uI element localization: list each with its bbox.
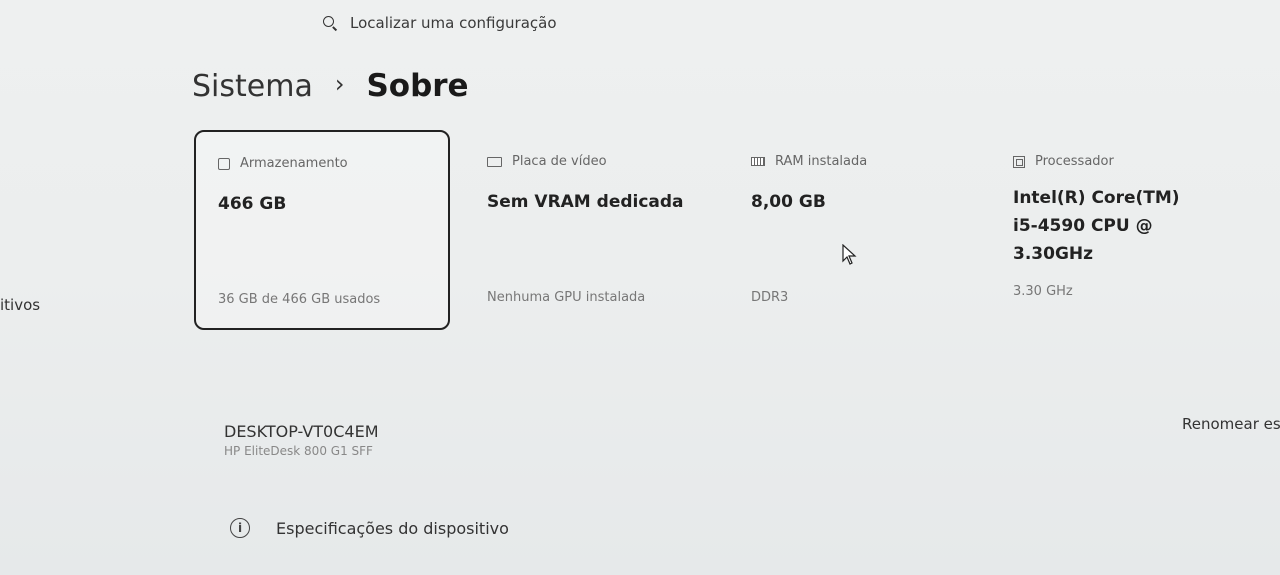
ram-card[interactable]: RAM instalada 8,00 GB DDR3 — [729, 130, 985, 330]
page-title: Sobre — [366, 68, 469, 104]
search-input[interactable]: Localizar uma configuração — [350, 14, 557, 32]
device-model: HP EliteDesk 800 G1 SFF — [224, 444, 373, 458]
storage-value: 466 GB — [218, 194, 287, 214]
ram-card-header: RAM instalada — [751, 154, 867, 169]
cpu-title: Processador — [1035, 154, 1114, 169]
chevron-right-icon: › — [334, 70, 345, 98]
storage-icon — [218, 157, 230, 170]
cpu-card[interactable]: Processador Intel(R) Core(TM) i5-4590 CP… — [991, 130, 1247, 330]
info-icon: i — [230, 518, 250, 538]
mouse-cursor-icon — [842, 244, 857, 265]
ram-icon — [751, 157, 765, 166]
specs-label: Especificações do dispositivo — [276, 518, 509, 538]
gpu-card-header: Placa de vídeo — [487, 154, 607, 169]
sidebar-item-fragment[interactable]: itivos — [0, 296, 40, 314]
cpu-icon — [1013, 155, 1025, 168]
gpu-card[interactable]: Placa de vídeo Sem VRAM dedicada Nenhuma… — [465, 130, 721, 330]
gpu-title: Placa de vídeo — [512, 154, 607, 169]
rename-button[interactable]: Renomear este — [1182, 415, 1280, 433]
device-specifications-link[interactable]: i Especificações do dispositivo — [230, 518, 509, 538]
breadcrumb-parent-sistema[interactable]: Sistema — [192, 69, 313, 104]
storage-usage: 36 GB de 466 GB usados — [218, 292, 381, 307]
storage-card[interactable]: Armazenamento 466 GB 36 GB de 466 GB usa… — [194, 130, 450, 330]
ram-type: DDR3 — [751, 290, 789, 305]
cpu-value: Intel(R) Core(TM) i5-4590 CPU @ 3.30GHz — [1013, 188, 1180, 264]
gpu-icon — [487, 156, 502, 167]
ram-value: 8,00 GB — [751, 192, 826, 212]
storage-card-header: Armazenamento — [218, 156, 348, 171]
gpu-sub: Nenhuma GPU instalada — [487, 290, 646, 305]
search-icon — [322, 15, 338, 31]
cpu-speed: 3.30 GHz — [1013, 284, 1073, 299]
device-info: DESKTOP-VT0C4EM HP EliteDesk 800 G1 SFF — [224, 422, 379, 458]
ram-title: RAM instalada — [775, 154, 868, 169]
gpu-value: Sem VRAM dedicada — [487, 192, 684, 212]
storage-title: Armazenamento — [240, 156, 348, 171]
search-box[interactable]: Localizar uma configuração — [322, 10, 557, 36]
device-name: DESKTOP-VT0C4EM — [224, 422, 379, 441]
breadcrumb: Sistema › Sobre — [192, 68, 469, 104]
cpu-card-header: Processador — [1013, 154, 1114, 169]
